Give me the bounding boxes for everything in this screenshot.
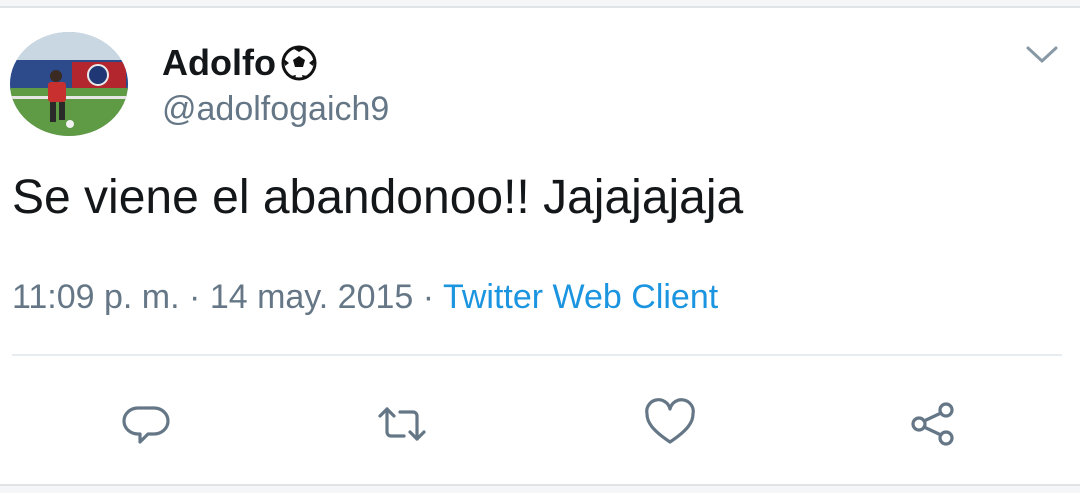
like-icon[interactable] [640, 394, 700, 454]
user-handle[interactable]: @adolfogaich9 [162, 90, 389, 129]
meta-separator: · [422, 278, 435, 316]
meta-separator: · [189, 278, 201, 316]
avatar[interactable] [10, 32, 128, 136]
tweet-card: Adolfo @adolfogaich9 Se viene el abandon… [0, 6, 1080, 486]
reply-icon[interactable] [116, 394, 176, 454]
tweet-text: Se viene el abandonoo!! Jajajajaja [12, 171, 744, 224]
tweet-time[interactable]: 11:09 p. m. [12, 278, 180, 316]
divider [12, 354, 1062, 356]
share-icon[interactable] [902, 394, 962, 454]
retweet-icon[interactable] [372, 394, 432, 454]
tweet-meta: 11:09 p. m. · 14 may. 2015 · Twitter Web… [12, 278, 718, 317]
tweet-source-link[interactable]: Twitter Web Client [443, 278, 718, 316]
display-name-text: Adolfo [162, 42, 276, 83]
chevron-down-icon[interactable] [1022, 40, 1062, 70]
display-name[interactable]: Adolfo [162, 42, 318, 84]
soccer-ball-icon [280, 44, 318, 82]
avatar-image [10, 32, 128, 136]
tweet-date[interactable]: 14 may. 2015 [210, 278, 414, 316]
